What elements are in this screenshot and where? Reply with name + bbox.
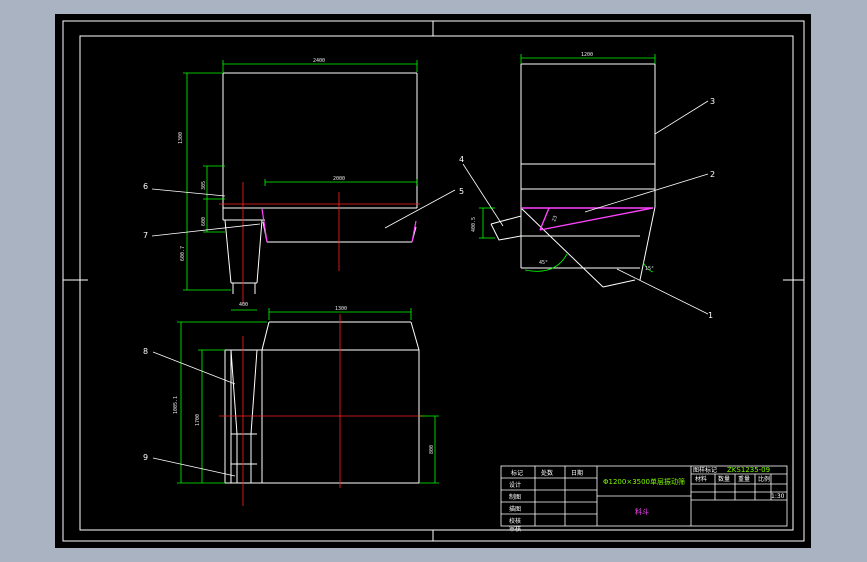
dim-front-bottom: 400	[239, 302, 248, 308]
tb-materials-label: 图样标记	[693, 466, 717, 474]
dim-side-angle-b: 45°	[539, 260, 548, 266]
title-block: 标记 处数 日期 设计 制图 描图 校核 审核 Φ1200×3500单层振动筛 …	[500, 465, 788, 533]
dim-front-width-mid: 2000	[333, 176, 345, 182]
dim-front-h1: 305	[201, 181, 207, 190]
tb-sub-scale: 比例	[758, 475, 770, 483]
tb-product-title: Φ1200×3500单层振动筛	[603, 477, 685, 486]
dim-plan-height-right: 800	[429, 445, 435, 454]
tb-header-date: 日期	[571, 469, 583, 477]
dim-front-width-top: 2400	[313, 58, 325, 64]
tb-sub-material: 材料	[695, 475, 707, 483]
tb-row-trace: 描图	[509, 505, 521, 513]
tb-sub-qty: 数量	[718, 475, 730, 483]
dim-side-offset: 400.5	[471, 217, 477, 232]
front-view: 2400 2000 1300 305 600 600.7 400	[178, 58, 420, 311]
dim-side-width-top: 1200	[581, 52, 593, 58]
tb-row-design: 设计	[509, 481, 521, 489]
callout-7: 7	[143, 231, 148, 240]
tb-header-mark: 标记	[511, 469, 523, 477]
side-view: 1200 400.5 23 45° 15°	[471, 52, 656, 288]
tb-scale-value: 1:30	[771, 493, 785, 500]
tb-header-count: 处数	[541, 469, 553, 477]
dim-front-h3: 600.7	[180, 246, 186, 261]
cad-drawing: 2400 2000 1300 305 600 600.7 400 1200 40…	[62, 20, 805, 542]
tb-row-approve: 审核	[509, 525, 521, 533]
callout-8: 8	[143, 347, 148, 356]
leader-lines	[151, 100, 709, 477]
tb-sub-weight: 重量	[738, 475, 750, 483]
callout-3: 3	[710, 97, 715, 106]
tb-part-name: 料斗	[635, 507, 649, 516]
dim-front-h2: 600	[201, 217, 207, 226]
callout-4: 4	[459, 155, 464, 164]
drawing-viewport[interactable]: 2400 2000 1300 305 600 600.7 400 1200 40…	[55, 14, 811, 548]
plan-view: 1300 1005.1 1700 800	[173, 306, 439, 506]
tb-row-check: 校核	[509, 517, 521, 525]
tb-drawing-no: ZKS1235-09	[727, 466, 770, 474]
dim-plan-width: 1300	[335, 306, 347, 312]
dim-plan-height-total: 1005.1	[173, 396, 179, 414]
callout-5: 5	[459, 187, 464, 196]
dim-side-angle-a: 23	[551, 215, 559, 223]
dim-front-height-total: 1300	[178, 132, 184, 144]
dim-side-angle-c: 15°	[645, 266, 654, 272]
callout-6: 6	[143, 182, 148, 191]
callout-1: 1	[708, 311, 713, 320]
callout-9: 9	[143, 453, 148, 462]
tb-row-draft: 制图	[509, 493, 521, 501]
dim-plan-height-inner: 1700	[195, 414, 201, 426]
callout-2: 2	[710, 170, 715, 179]
